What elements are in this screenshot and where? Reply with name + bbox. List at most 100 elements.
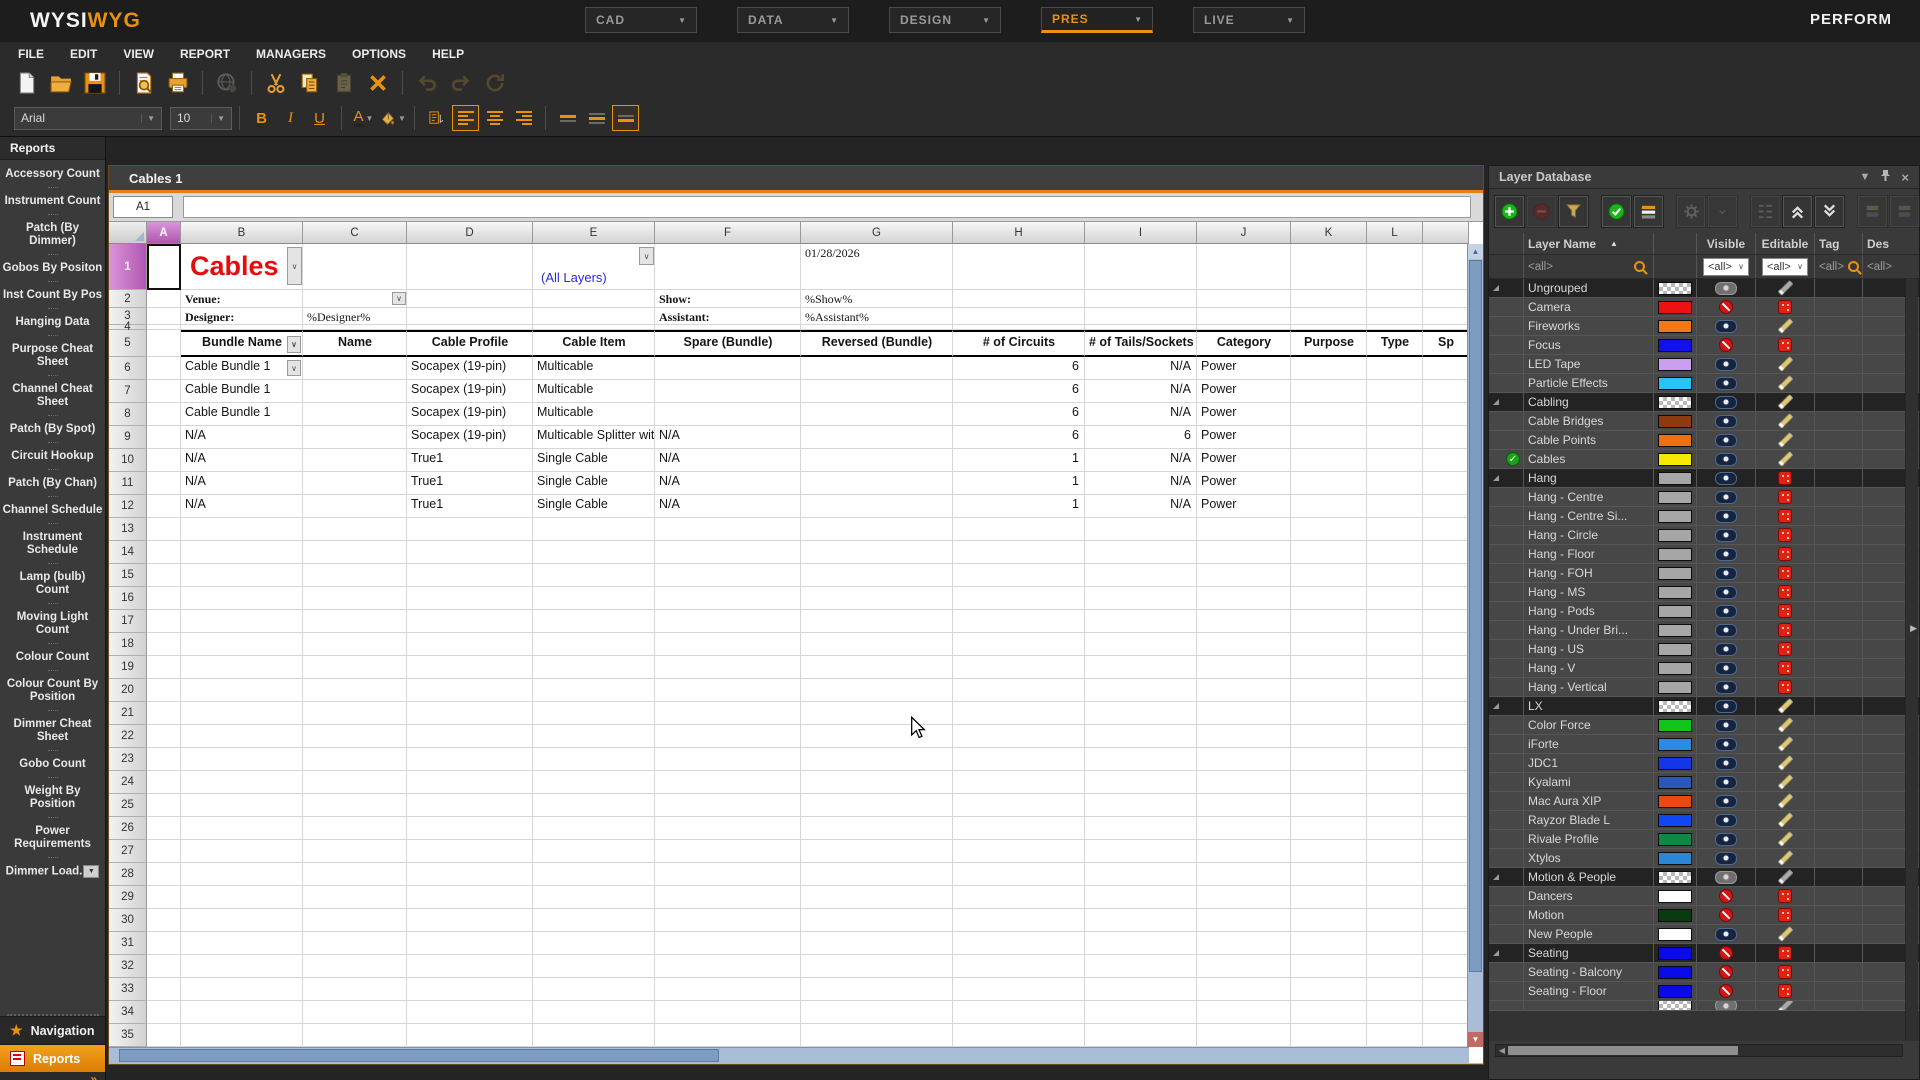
cell-F25[interactable] (655, 794, 801, 817)
cell-G33[interactable] (801, 978, 953, 1001)
layer-color-swatch[interactable] (1658, 357, 1692, 371)
cell-I26[interactable] (1085, 817, 1197, 840)
layer-name-cell[interactable]: Cable Points (1524, 431, 1654, 449)
tag-cell[interactable] (1815, 450, 1863, 468)
chevron-down-icon[interactable]: ∨ (639, 247, 654, 265)
cell-K17[interactable] (1291, 610, 1367, 633)
cell-A21[interactable] (147, 702, 181, 725)
sidebar-item-moving-light-count[interactable]: Moving Light Count (0, 607, 105, 641)
swatch-cell[interactable] (1654, 963, 1697, 981)
cell-J18[interactable] (1197, 633, 1291, 656)
layer-name-cell[interactable]: Color Force (1524, 716, 1654, 734)
row-header-10[interactable]: 10 (109, 449, 147, 472)
swatch-cell[interactable] (1654, 336, 1697, 354)
tag-cell[interactable] (1815, 317, 1863, 335)
pencil-icon[interactable] (1776, 393, 1794, 411)
tag-cell[interactable] (1815, 887, 1863, 905)
eye-icon[interactable] (1715, 661, 1737, 675)
row-header-30[interactable]: 30 (109, 909, 147, 932)
pencil-off-icon[interactable] (1778, 680, 1792, 694)
pin-icon[interactable] (1880, 169, 1891, 185)
cell-A6[interactable] (147, 357, 181, 380)
cell-C31[interactable] (303, 932, 407, 955)
layer-horizontal-scrollbar[interactable]: ◀ (1495, 1044, 1903, 1057)
cell-B1[interactable]: Cables 1 ∨ (181, 244, 303, 290)
cell-C30[interactable] (303, 909, 407, 932)
cell-J6[interactable]: Power (1197, 357, 1291, 380)
cell-I33[interactable] (1085, 978, 1197, 1001)
cell-B24[interactable] (181, 771, 303, 794)
layer-color-swatch[interactable] (1658, 794, 1692, 808)
cell-L17[interactable] (1367, 610, 1423, 633)
cell-I14[interactable] (1085, 541, 1197, 564)
cell-B25[interactable] (181, 794, 303, 817)
cell-M9[interactable] (1423, 426, 1469, 449)
swatch-cell[interactable] (1654, 640, 1697, 658)
layer-color-swatch[interactable] (1658, 566, 1692, 580)
layer-name-cell[interactable]: Xtylos (1524, 849, 1654, 867)
layer-name-cell[interactable]: Hang - Centre Si... (1524, 507, 1654, 525)
cell-D7[interactable]: Socapex (19-pin) (407, 380, 533, 403)
cell-L3[interactable] (1367, 308, 1423, 325)
pencil-off-icon[interactable] (1778, 490, 1792, 504)
visible-cell[interactable] (1697, 963, 1756, 981)
tag-cell[interactable] (1815, 526, 1863, 544)
expand-triangle-icon[interactable] (1493, 475, 1499, 481)
cell-B29[interactable] (181, 886, 303, 909)
visible-cell[interactable] (1697, 773, 1756, 791)
cell-H17[interactable] (953, 610, 1085, 633)
layer-color-swatch[interactable] (1658, 756, 1692, 770)
editable-cell[interactable] (1756, 317, 1815, 335)
tag-cell[interactable] (1815, 830, 1863, 848)
cell-J8[interactable]: Power (1197, 403, 1291, 426)
cell-L25[interactable] (1367, 794, 1423, 817)
tag-cell[interactable] (1815, 982, 1863, 1000)
row-header-28[interactable]: 28 (109, 863, 147, 886)
row-header-21[interactable]: 21 (109, 702, 147, 725)
sidebar-item-dimmer-load-[interactable]: Dimmer Load. ▼ (4, 861, 102, 883)
redo-button[interactable] (446, 69, 476, 97)
layer-row[interactable]: iForte (1489, 735, 1919, 754)
cell-C32[interactable] (303, 955, 407, 978)
cell-J29[interactable] (1197, 886, 1291, 909)
cell-A12[interactable] (147, 495, 181, 518)
editable-cell[interactable] (1756, 849, 1815, 867)
column-header-J[interactable]: J (1197, 222, 1291, 244)
cell-A16[interactable] (147, 587, 181, 610)
pencil-icon[interactable] (1776, 716, 1794, 734)
layer-name-cell[interactable]: Hang - Under Bri... (1524, 621, 1654, 639)
layer-row[interactable]: Cable Bridges (1489, 412, 1919, 431)
cell-L23[interactable] (1367, 748, 1423, 771)
row-header-1[interactable]: 1 (109, 244, 147, 290)
pencil-dim-icon[interactable] (1776, 279, 1794, 297)
layer-color-swatch[interactable] (1658, 984, 1692, 998)
cell-C5[interactable]: Name (303, 330, 407, 357)
swatch-cell[interactable] (1654, 583, 1697, 601)
tag-cell[interactable] (1815, 564, 1863, 582)
pencil-icon[interactable] (1776, 849, 1794, 867)
cell-H11[interactable]: 1 (953, 472, 1085, 495)
visible-cell[interactable] (1697, 640, 1756, 658)
eye-icon[interactable] (1715, 756, 1737, 770)
cell-G12[interactable] (801, 495, 953, 518)
cell-F13[interactable] (655, 518, 801, 541)
layer-name-cell[interactable]: Dancers (1524, 887, 1654, 905)
cell-H31[interactable] (953, 932, 1085, 955)
editable-cell[interactable] (1756, 868, 1815, 886)
visible-cell[interactable] (1697, 336, 1756, 354)
eye-icon[interactable] (1715, 718, 1737, 732)
editable-cell[interactable] (1756, 336, 1815, 354)
cell-A32[interactable] (147, 955, 181, 978)
align-right-button[interactable] (510, 105, 537, 131)
column-header-B[interactable]: B (181, 222, 303, 244)
visible-cell[interactable] (1697, 298, 1756, 316)
eye-icon[interactable] (1715, 433, 1737, 447)
menu-edit[interactable]: EDIT (70, 47, 97, 61)
cell-G6[interactable] (801, 357, 953, 380)
cell-D30[interactable] (407, 909, 533, 932)
open-folder-button[interactable] (46, 69, 76, 97)
cell-C13[interactable] (303, 518, 407, 541)
cell-E15[interactable] (533, 564, 655, 587)
cell-C29[interactable] (303, 886, 407, 909)
sidebar-item-gobos-by-positon[interactable]: Gobos By Positon (1, 258, 105, 279)
